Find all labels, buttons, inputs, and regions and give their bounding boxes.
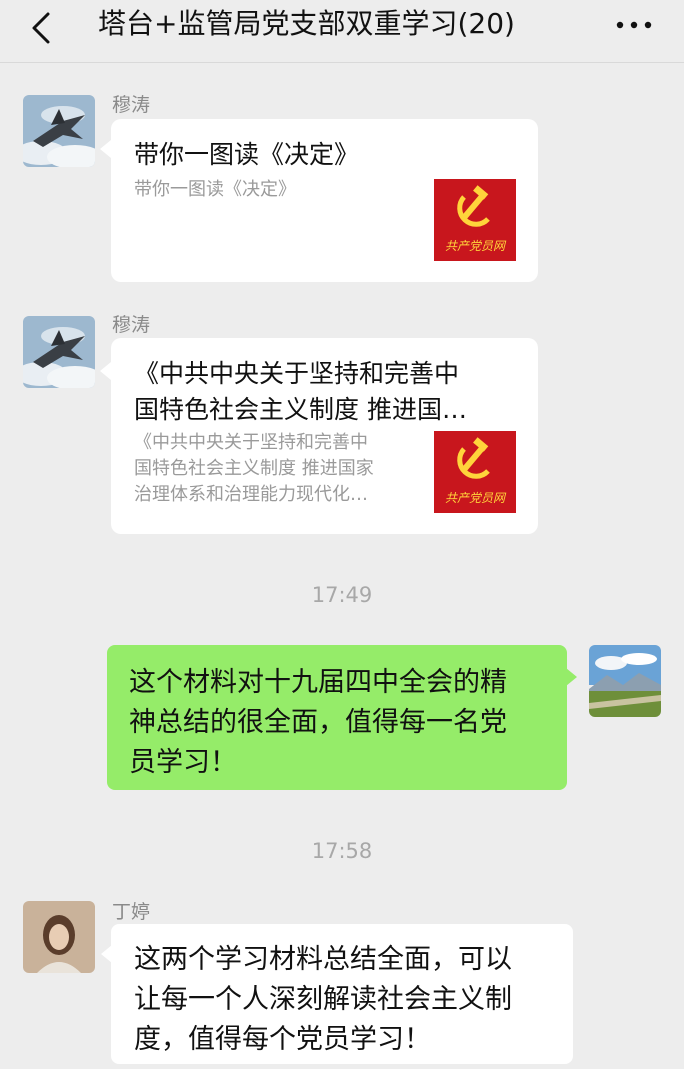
bubble-tail bbox=[566, 668, 577, 686]
card-title-line-2: 国特色社会主义制度 推进国… bbox=[134, 395, 467, 424]
message-line-3: 度，值得每个党员学习！ bbox=[134, 1024, 431, 1055]
card-description: 带你一图读《决定》 bbox=[134, 179, 296, 200]
message-line-3: 员学习！ bbox=[129, 747, 237, 778]
bubble-tail bbox=[100, 362, 111, 380]
chat-header: 塔台+监管局党支部双重学习(20) bbox=[0, 0, 684, 63]
timestamp: 17:49 bbox=[311, 583, 373, 607]
timestamp: 17:58 bbox=[311, 839, 373, 863]
party-emblem-thumbnail: 共产党员网 bbox=[434, 431, 516, 513]
card-title-line-1: 《中共中央关于坚持和完善中 bbox=[134, 359, 460, 388]
message-bubble[interactable]: 这两个学习材料总结全面，可以 让每一个人深刻解读社会主义制 度，值得每个党员学习… bbox=[111, 924, 573, 1064]
message-line-1: 这两个学习材料总结全面，可以 bbox=[134, 944, 512, 975]
message-line-2: 让每一个人深刻解读社会主义制 bbox=[134, 984, 512, 1015]
bubble-tail bbox=[100, 140, 111, 158]
back-arrow-icon[interactable] bbox=[24, 8, 64, 48]
card-title: 带你一图读《决定》 bbox=[134, 140, 360, 169]
self-message-bubble[interactable]: 这个材料对十九届四中全会的精 神总结的很全面，值得每一名党 员学习！ bbox=[107, 645, 567, 790]
thumbnail-caption: 共产党员网 bbox=[444, 491, 505, 505]
card-description-line-3: 治理体系和治理能力现代化… bbox=[134, 484, 368, 505]
message-line-2: 神总结的很全面，值得每一名党 bbox=[129, 707, 507, 738]
avatar-jet[interactable] bbox=[23, 95, 95, 167]
avatar-portrait[interactable] bbox=[23, 901, 95, 973]
party-emblem-thumbnail: 共产党员网 bbox=[434, 179, 516, 261]
sender-name: 穆涛 bbox=[112, 94, 151, 116]
sender-name: 穆涛 bbox=[112, 314, 151, 336]
thumbnail-caption: 共产党员网 bbox=[444, 239, 505, 253]
avatar-landscape[interactable] bbox=[589, 645, 661, 717]
link-card[interactable]: 《中共中央关于坚持和完善中 国特色社会主义制度 推进国… 《中共中央关于坚持和完… bbox=[111, 338, 538, 534]
link-card[interactable]: 带你一图读《决定》 带你一图读《决定》 共产党员网 bbox=[111, 119, 538, 282]
avatar-jet[interactable] bbox=[23, 316, 95, 388]
message-line-1: 这个材料对十九届四中全会的精 bbox=[129, 667, 507, 698]
card-description-line-2: 国特色社会主义制度 推进国家 bbox=[134, 458, 374, 479]
sender-name: 丁婷 bbox=[112, 901, 151, 923]
card-description-line-1: 《中共中央关于坚持和完善中 bbox=[134, 432, 368, 453]
more-options-icon[interactable] bbox=[610, 10, 658, 40]
chat-title: 塔台+监管局党支部双重学习(20) bbox=[98, 7, 515, 40]
